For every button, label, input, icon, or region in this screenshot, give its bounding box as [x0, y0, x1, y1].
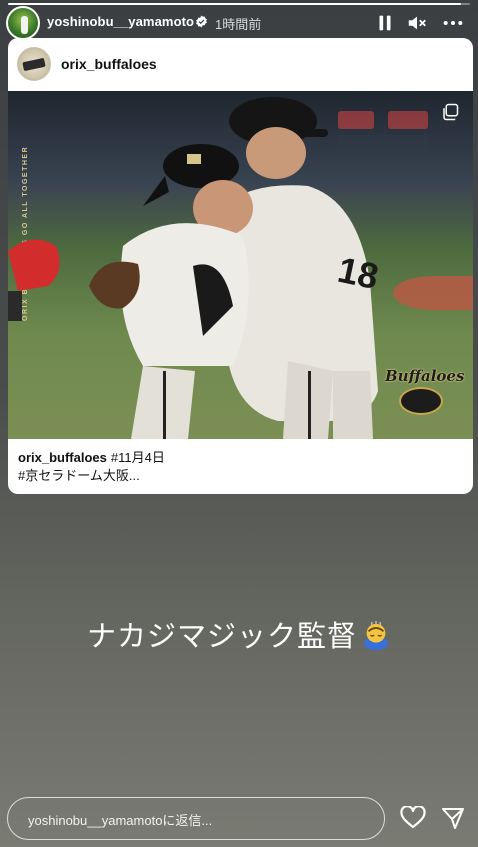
reply-input[interactable]: yoshinobu__yamamotoに返信... — [7, 797, 385, 840]
bowing-person-emoji — [363, 621, 389, 651]
post-username[interactable]: orix_buffaloes — [61, 56, 157, 72]
caption-hashtag-date[interactable]: #11月4日 — [111, 450, 165, 465]
story-header: yoshinobu__yamamoto 1時間前 — [0, 6, 478, 40]
story-username[interactable]: yoshinobu__yamamoto — [47, 14, 194, 29]
caption-username[interactable]: orix_buffaloes — [18, 450, 107, 465]
infield-dirt — [393, 276, 473, 310]
multi-image-icon — [443, 103, 459, 121]
mute-icon[interactable] — [406, 12, 428, 34]
svg-text:18: 18 — [334, 249, 382, 297]
story-progress-fill — [8, 3, 461, 5]
story-avatar[interactable] — [6, 6, 40, 40]
player-embraced-figure — [89, 144, 253, 439]
story-overlay-text: ナカジマジック監督 — [0, 613, 478, 655]
heart-icon[interactable] — [400, 806, 426, 830]
post-caption: orix_buffaloes #11月4日 #京セラドーム大阪... — [8, 439, 473, 494]
shared-post-card[interactable]: orix_buffaloes ORIX BUFFALOES GO ALL TOG… — [8, 38, 473, 494]
post-avatar[interactable] — [17, 47, 51, 81]
pause-icon[interactable] — [374, 12, 396, 34]
reply-placeholder: yoshinobu__yamamotoに返信... — [28, 813, 213, 828]
story-time-ago: 1時間前 — [215, 17, 262, 32]
send-icon[interactable] — [441, 806, 465, 830]
post-photo[interactable]: ORIX BUFFALOES GO ALL TOGETHER 18 Buffal… — [8, 91, 473, 439]
post-header: orix_buffaloes — [8, 38, 473, 91]
more-icon[interactable] — [442, 12, 464, 34]
story-progress-bar — [8, 3, 470, 5]
caption-hashtag-location[interactable]: #京セラドーム大阪... — [18, 467, 473, 485]
verified-badge-icon — [196, 15, 207, 28]
buffaloes-logo: Buffaloes — [385, 361, 464, 423]
teammate-red-glove — [8, 239, 60, 321]
